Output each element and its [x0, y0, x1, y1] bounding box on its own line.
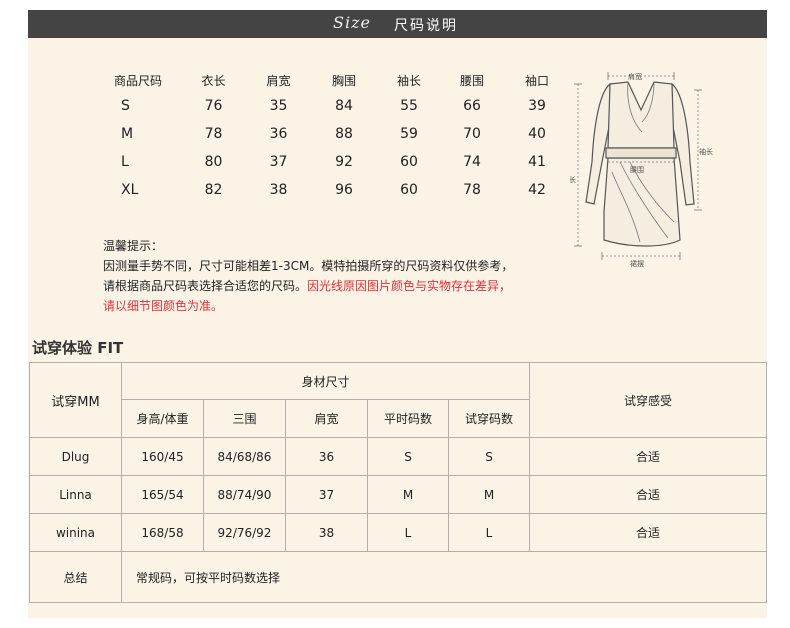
table-row: M 78 36 88 59 70 40 [95, 120, 571, 148]
header-cuff: 袖口 [524, 73, 549, 88]
table-cell: 36 [285, 437, 368, 476]
table-cell: winina [29, 513, 122, 552]
table-row: Linna 165/54 88/74/90 37 M M 合适 [29, 475, 768, 514]
hem-measure [601, 252, 681, 260]
table-cell: 80 [204, 154, 223, 170]
header-usual-size: 平时码数 [367, 399, 449, 438]
table-cell: 168/58 [121, 513, 204, 552]
header-bust: 胸围 [331, 73, 356, 88]
length-measure [574, 83, 582, 247]
table-row: Dlug 160/45 84/68/86 36 S S 合适 [29, 437, 768, 476]
tips-line-2: 请根据商品尺码表选择合适您的尺码。因光线原因图片颜色与实物存在差异， [103, 276, 543, 296]
length-label: 衣长 [570, 175, 576, 184]
table-cell: 60 [400, 154, 418, 170]
fit-section-title: 试穿体验 FIT [32, 339, 124, 357]
table-cell: Dlug [29, 437, 122, 476]
table-cell: 38 [285, 513, 368, 552]
tips-notes: 温馨提示： 因测量手势不同，尺寸可能相差1-3CM。模特拍摄所穿的尺码资料仅供参… [103, 236, 543, 316]
table-cell: 40 [528, 126, 546, 142]
header-shoulder: 肩宽 [266, 73, 291, 88]
summary-row: 总结 常规码，可按平时码数选择 [29, 551, 768, 603]
table-row: XL 82 38 96 60 78 42 [95, 176, 571, 204]
table-cell: 78 [204, 126, 223, 142]
table-cell: S [367, 437, 449, 476]
table-cell: 59 [400, 126, 418, 142]
table-cell: XL [121, 182, 139, 198]
table-cell: 37 [285, 475, 368, 514]
header-fit-person: 试穿MM [29, 362, 122, 438]
section-title: 尺码说明 [394, 18, 458, 34]
table-cell: S [447, 437, 531, 476]
table-cell: 76 [204, 98, 223, 114]
table-row: S 76 35 84 55 66 39 [95, 92, 571, 120]
header-measurements: 三围 [203, 399, 286, 438]
table-row: winina 168/58 92/76/92 38 L L 合适 [29, 513, 768, 552]
table-cell: 合适 [529, 475, 768, 514]
waist-band [605, 147, 677, 159]
header-tried-size: 试穿码数 [447, 399, 531, 438]
table-cell: 88/74/90 [203, 475, 286, 514]
table-cell: 39 [528, 98, 546, 114]
table-cell: 55 [400, 98, 418, 114]
table-cell: 60 [400, 182, 418, 198]
table-cell: 42 [528, 182, 546, 198]
header-height-weight: 身高/体重 [121, 399, 204, 438]
header-shoulder-width: 肩宽 [285, 399, 368, 438]
table-row: L 80 37 92 60 74 41 [95, 148, 571, 176]
table-cell: M [121, 126, 134, 142]
size-word: Size [333, 13, 371, 32]
table-cell: 41 [528, 154, 546, 170]
table-cell: 92/76/92 [203, 513, 286, 552]
table-cell: 74 [463, 154, 481, 170]
table-cell: 78 [463, 182, 481, 198]
table-cell: Linna [29, 475, 122, 514]
fit-header-row: 试穿MM 身材尺寸 试穿感受 [29, 362, 768, 438]
dress-outline [585, 81, 695, 247]
table-cell: 36 [269, 126, 288, 142]
table-cell: 合适 [529, 437, 768, 476]
tips-title: 温馨提示： [103, 239, 164, 253]
table-cell: 82 [204, 182, 223, 198]
table-cell: 38 [269, 182, 288, 198]
header-sleeve: 袖长 [396, 73, 421, 88]
table-cell: 92 [335, 154, 353, 170]
table-cell: 88 [335, 126, 353, 142]
header-fit-feel: 试穿感受 [529, 362, 768, 438]
tips-line-1: 因测量手势不同，尺寸可能相差1-3CM。模特拍摄所穿的尺码资料仅供参考， [103, 259, 514, 273]
tips-line-2-text: 请根据商品尺码表选择合适您的尺码。 [103, 279, 308, 293]
sleeve-label: 袖长 [699, 147, 713, 156]
size-table: 商品尺码 衣长 肩宽 胸围 袖长 腰围 袖口 S 76 35 84 55 66 … [95, 68, 571, 204]
summary-text: 常规码，可按平时码数选择 [120, 551, 768, 603]
table-cell: L [121, 154, 129, 170]
dress-measurement-diagram: 肩宽 袖长 衣长 腰围 裙摆 [570, 72, 713, 268]
table-cell: 70 [463, 126, 481, 142]
table-cell: M [367, 475, 449, 514]
table-cell: 96 [335, 182, 353, 198]
table-cell: M [447, 475, 531, 514]
size-table-header: 商品尺码 衣长 肩宽 胸围 袖长 腰围 袖口 [95, 68, 571, 92]
table-cell: 35 [269, 98, 288, 114]
summary-label: 总结 [29, 551, 122, 603]
table-cell: 84/68/86 [203, 437, 286, 476]
shoulder-label: 肩宽 [628, 72, 642, 81]
header-length: 衣长 [201, 73, 226, 88]
table-cell: 165/54 [121, 475, 204, 514]
hem-label: 裙摆 [630, 259, 644, 268]
tips-line-3: 请以细节图颜色为准。 [103, 299, 224, 313]
table-cell: 160/45 [121, 437, 204, 476]
table-cell: 84 [335, 98, 353, 114]
waist-label: 腰围 [630, 166, 644, 174]
table-cell: 合适 [529, 513, 768, 552]
header-body-size: 身材尺寸 [120, 362, 531, 400]
table-cell: L [447, 513, 531, 552]
header-waist: 腰围 [459, 73, 484, 88]
fit-table: 试穿MM 身材尺寸 试穿感受 身高/体重 三围 肩宽 平时码数 试穿码数 Dlu… [29, 362, 768, 603]
table-cell: 37 [269, 154, 288, 170]
tips-color-warning: 因光线原因图片颜色与实物存在差异， [307, 279, 512, 293]
table-cell: S [121, 98, 130, 114]
table-cell: L [367, 513, 449, 552]
table-cell: 66 [463, 98, 481, 114]
section-header: Size 尺码说明 [28, 10, 767, 38]
header-size: 商品尺码 [113, 73, 162, 88]
